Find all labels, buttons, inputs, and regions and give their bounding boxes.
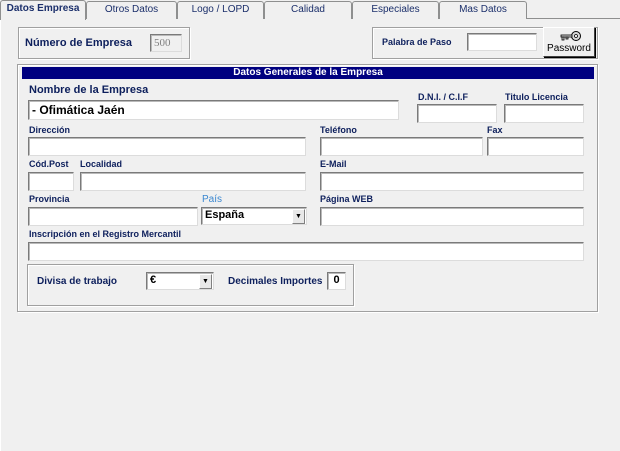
registro-mercantil-input[interactable] — [28, 242, 584, 261]
email-label: E-Mail — [320, 159, 347, 169]
tab-otros-datos[interactable]: Otros Datos — [86, 1, 177, 19]
pais-label: País — [202, 194, 223, 205]
divisa-select-value: € — [150, 274, 157, 286]
decimales-label: Decimales Importes — [228, 276, 323, 287]
registro-mercantil-label: Inscripción en el Registro Mercantil — [29, 229, 182, 239]
provincia-input[interactable] — [28, 207, 198, 226]
key-icon — [560, 31, 581, 41]
fax-label: Fax — [487, 125, 503, 135]
password-button[interactable]: Password — [543, 27, 595, 57]
telefono-input[interactable] — [320, 137, 483, 156]
localidad-label: Localidad — [80, 159, 123, 169]
tab-especiales[interactable]: Especiales — [352, 1, 439, 19]
provincia-label: Provincia — [29, 194, 70, 204]
fax-input[interactable] — [487, 137, 584, 156]
cod-post-label: Cód.Post — [29, 159, 69, 169]
direccion-input[interactable] — [28, 137, 306, 156]
pagina-web-input[interactable] — [320, 207, 584, 226]
tab-logo-lopd[interactable]: Logo / LOPD — [177, 1, 264, 19]
pais-select-value: España — [205, 209, 245, 221]
titulo-licencia-label: Titulo Licencia — [505, 92, 568, 102]
tab-calidad[interactable]: Calidad — [264, 1, 352, 19]
titulo-licencia-input[interactable] — [504, 104, 584, 123]
dni-label: D.N.I. / C.I.F — [418, 92, 469, 102]
empresa-number-label: Número de Empresa — [25, 37, 132, 49]
pagina-web-label: Página WEB — [320, 194, 374, 204]
empresa-number-field[interactable]: 500 — [150, 34, 182, 52]
localidad-input[interactable] — [80, 172, 306, 191]
email-input[interactable] — [320, 172, 584, 191]
section-header: Datos Generales de la Empresa — [22, 67, 594, 79]
nombre-label: Nombre de la Empresa — [29, 84, 149, 96]
password-button-label: Password — [547, 43, 591, 54]
telefono-label: Teléfono — [320, 125, 357, 135]
divisa-label: Divisa de trabajo — [37, 276, 118, 287]
palabra-de-paso-input[interactable] — [467, 33, 537, 51]
divisa-select[interactable]: € ▼ — [146, 272, 214, 290]
direccion-label: Dirección — [29, 125, 71, 135]
dni-input[interactable] — [417, 104, 497, 123]
chevron-down-icon[interactable]: ▼ — [199, 274, 212, 289]
tab-datos-empresa[interactable]: Datos Empresa — [0, 0, 86, 20]
chevron-down-icon[interactable]: ▼ — [292, 209, 305, 224]
pais-select[interactable]: España ▼ — [201, 207, 307, 225]
nombre-input[interactable]: - Ofimática Jaén — [28, 100, 399, 120]
cod-post-input[interactable] — [28, 172, 74, 191]
tab-mas-datos[interactable]: Mas Datos — [439, 1, 527, 19]
palabra-de-paso-label: Palabra de Paso — [382, 37, 452, 47]
decimales-input[interactable]: 0 — [327, 272, 346, 290]
